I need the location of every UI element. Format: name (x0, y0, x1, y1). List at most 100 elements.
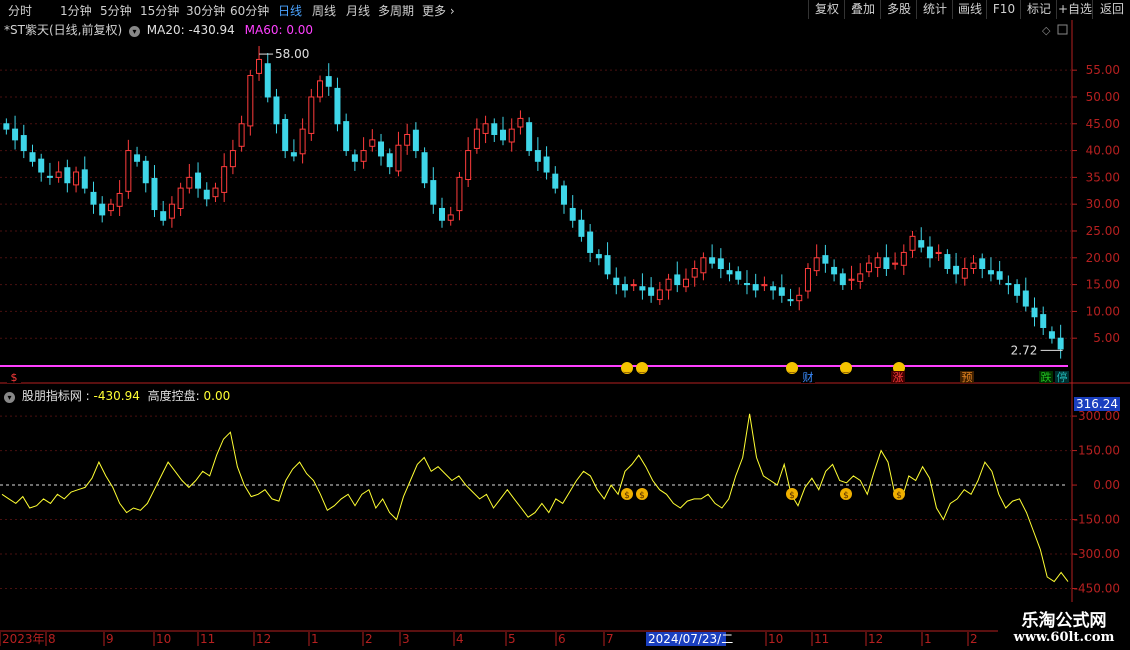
candle-body (64, 167, 71, 184)
x-tick-label: 1 (924, 632, 932, 646)
indicator-tick-label: 0.00 (1093, 478, 1120, 492)
signal-tag: 涨 (893, 371, 904, 384)
candle-body (125, 150, 132, 192)
diamond-icon[interactable]: ◇ (1042, 24, 1051, 37)
candle-body (81, 169, 88, 189)
candle-body (229, 150, 236, 168)
candle-body (343, 121, 350, 152)
candle-body (195, 172, 202, 189)
candle-body (168, 203, 175, 219)
x-tick-label: 11 (200, 632, 215, 646)
x-tick-label: 12 (256, 632, 271, 646)
date-cursor-label: 2024/07/23/二 (648, 632, 733, 646)
candle-body (613, 277, 620, 286)
signal-tag: 跌 (1041, 370, 1052, 384)
candle-body (517, 117, 524, 128)
candle-body (500, 129, 507, 141)
main-tick-label: 5.00 (1093, 331, 1120, 345)
candle-body (317, 80, 324, 98)
candle-body (621, 284, 628, 291)
main-tick-label: 10.00 (1086, 304, 1120, 318)
candle-body (752, 284, 759, 291)
candle-body (430, 180, 437, 205)
candle-body (473, 128, 480, 149)
signal-tag: 停 (1057, 370, 1068, 384)
candle-body (839, 273, 846, 286)
indicator-line (1, 413, 1069, 583)
candle-body (970, 262, 977, 270)
candle-body (926, 246, 933, 259)
candle-body (90, 191, 97, 205)
candle-body (412, 129, 419, 152)
candle-body (142, 160, 149, 184)
x-tick-label: 8 (48, 632, 56, 646)
candle-body (1005, 283, 1012, 286)
candle-body (953, 265, 960, 275)
candle-body (282, 118, 289, 152)
x-tick-label: 2 (970, 632, 978, 646)
candle-body (395, 144, 402, 172)
money-marker-symbol: $ (624, 491, 630, 501)
main-tick-label: 35.00 (1086, 170, 1120, 184)
candle-body (874, 257, 881, 268)
candle-body (787, 299, 794, 302)
smile-marker-face: ‿ (788, 364, 796, 373)
candle-body (1031, 307, 1038, 318)
current-value-label: 316.24 (1076, 397, 1118, 411)
candle-body (55, 171, 62, 178)
candle-body (351, 154, 358, 162)
candle-body (3, 123, 10, 130)
candle-body (186, 176, 193, 189)
candle-body (386, 153, 393, 168)
candle-body (831, 266, 838, 275)
candle-body (944, 254, 951, 270)
money-marker-symbol: $ (789, 491, 795, 501)
candle-body (1014, 284, 1021, 296)
candle-body (569, 207, 576, 221)
x-tick-label: 1 (311, 632, 319, 646)
candle-body (735, 271, 742, 280)
candle-body (918, 240, 925, 248)
candle-body (857, 273, 864, 282)
candle-body (909, 235, 916, 251)
x-tick-label: 2 (365, 632, 373, 646)
candle-body (804, 268, 811, 292)
candle-body (543, 156, 550, 173)
candle-body (177, 187, 184, 209)
candle-body (273, 96, 280, 125)
candle-body (256, 58, 263, 74)
candle-body (134, 154, 141, 162)
candle-body (1040, 314, 1047, 328)
x-tick-label: 9 (106, 632, 114, 646)
candle-body (996, 271, 1003, 280)
candle-body (630, 284, 637, 287)
candle-body (421, 152, 428, 184)
candle-body (203, 189, 210, 200)
x-tick-label: 5 (508, 632, 516, 646)
main-tick-label: 20.00 (1086, 251, 1120, 265)
high-annotation: 58.00 (275, 47, 309, 61)
money-marker-symbol: $ (896, 491, 902, 501)
candle-body (883, 257, 890, 270)
x-tick-label: 3 (402, 632, 410, 646)
candle-body (604, 255, 611, 275)
main-tick-label: 45.00 (1086, 117, 1120, 131)
candle-body (439, 207, 446, 221)
candle-body (770, 286, 777, 291)
candle-body (796, 294, 803, 302)
indicator-tick-label: -450.00 (1074, 582, 1120, 596)
watermark: 乐淘公式网 www.60lt.com (998, 602, 1130, 650)
candle-body (12, 128, 19, 141)
candle-body (508, 128, 515, 143)
stock-chart: 55.0050.0045.0040.0035.0030.0025.0020.00… (0, 20, 1130, 646)
indicator-tick-label: -150.00 (1074, 513, 1120, 527)
x-tick-label: 11 (814, 632, 829, 646)
candle-body (560, 185, 567, 205)
candle-body (299, 128, 306, 155)
x-tick-label: 7 (606, 632, 614, 646)
candle-body (717, 258, 724, 270)
candle-body (587, 231, 594, 253)
candle-body (465, 150, 472, 181)
maximize-icon[interactable] (1057, 24, 1068, 35)
candle-body (38, 158, 45, 173)
